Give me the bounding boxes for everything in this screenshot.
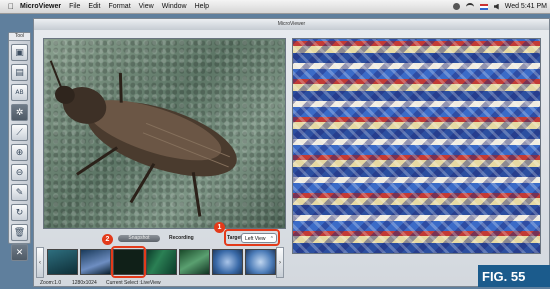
chevron-left-icon: ‹ <box>39 259 41 266</box>
tool-palette-title: Tool <box>9 33 30 41</box>
measure-tool-icon: AB <box>15 89 24 96</box>
current-select-readout: Current Select :LiveView <box>106 280 161 286</box>
figure-label: FIG. 55 <box>478 265 550 287</box>
microviewer-window: MicroViewer Snapshot Recording Target Le… <box>33 18 550 287</box>
settings-tool-button[interactable]: ✲ <box>11 104 28 121</box>
volume-icon[interactable] <box>493 3 499 10</box>
thumbnail[interactable] <box>146 249 177 275</box>
snapshot-tool-button[interactable]: ▣ <box>11 44 28 61</box>
right-view-pane[interactable] <box>292 38 541 254</box>
menu-app-name[interactable]: MicroViewer <box>20 3 61 10</box>
settings-tool-icon: ✲ <box>15 107 24 118</box>
callout-number-2: 2 <box>102 234 113 245</box>
close-tool-icon: ✕ <box>15 247 24 258</box>
callout-number-1: 1 <box>214 222 225 233</box>
measure-tool-button[interactable]: AB <box>11 84 28 101</box>
left-view-pane[interactable] <box>43 38 286 229</box>
wifi-icon[interactable] <box>465 2 474 11</box>
zoom-out-tool-icon: ⊖ <box>15 167 24 178</box>
snapshot-tool-icon: ▣ <box>15 47 24 58</box>
thumbnail[interactable] <box>80 249 111 275</box>
thumbnail-filmstrip: ‹ › <box>36 247 288 278</box>
apple-menu-icon[interactable]:  <box>8 2 14 11</box>
menu-help[interactable]: Help <box>195 3 209 10</box>
zoom-in-tool-button[interactable]: ⊕ <box>11 144 28 161</box>
menu-bar:  MicroViewer File Edit Format View Wind… <box>0 0 550 14</box>
ruler-tool-icon: ⟋ <box>16 127 23 138</box>
menu-window[interactable]: Window <box>162 3 187 10</box>
thumbnail[interactable] <box>212 249 243 275</box>
menu-format[interactable]: Format <box>108 3 130 10</box>
menubar-status-area: Wed 5:41 PM <box>452 0 547 13</box>
zoom-readout: Zoom:1.0 <box>40 280 62 286</box>
rotate-tool-icon: ↻ <box>15 207 24 218</box>
time-machine-icon[interactable] <box>452 3 460 10</box>
recording-tab[interactable]: Recording <box>169 235 194 242</box>
record-tool-icon: ▤ <box>15 67 24 78</box>
menu-edit[interactable]: Edit <box>88 3 100 10</box>
tool-palette: Tool ▣ ▤ AB ✲ ⟋ ⊕ ⊖ ✎ ↻ 🗑 ✕ <box>8 32 31 261</box>
calibrate-tool-icon: ✎ <box>15 187 24 198</box>
calibrate-tool-button[interactable]: ✎ <box>11 184 28 201</box>
close-tool-button[interactable]: ✕ <box>11 244 28 261</box>
filmstrip-prev-button[interactable]: ‹ <box>36 247 44 278</box>
menu-file[interactable]: File <box>69 3 80 10</box>
zoom-in-tool-icon: ⊕ <box>15 147 24 158</box>
trash-tool-icon: 🗑 <box>13 227 26 238</box>
input-flag-icon[interactable] <box>479 3 488 10</box>
beetle-image <box>49 60 237 217</box>
snapshot-tab[interactable]: Snapshot <box>118 235 160 242</box>
trash-tool-button[interactable]: 🗑 <box>11 224 28 241</box>
callout-box-1 <box>224 229 280 246</box>
chevron-right-icon: › <box>279 259 281 266</box>
thumbnail[interactable] <box>47 249 78 275</box>
callout-box-2 <box>111 246 146 278</box>
menubar-clock[interactable]: Wed 5:41 PM <box>505 3 547 10</box>
rotate-tool-button[interactable]: ↻ <box>11 204 28 221</box>
thumbnail[interactable] <box>245 249 276 275</box>
filmstrip-next-button[interactable]: › <box>276 247 284 278</box>
resolution-readout: 1280x1024 <box>72 280 97 286</box>
ruler-tool-button[interactable]: ⟋ <box>11 124 28 141</box>
thumbnail[interactable] <box>179 249 210 275</box>
menu-view[interactable]: View <box>139 3 154 10</box>
window-body: Snapshot Recording Target Left View ⌃ ‹ … <box>34 30 549 286</box>
zoom-out-tool-button[interactable]: ⊖ <box>11 164 28 181</box>
record-tool-button[interactable]: ▤ <box>11 64 28 81</box>
